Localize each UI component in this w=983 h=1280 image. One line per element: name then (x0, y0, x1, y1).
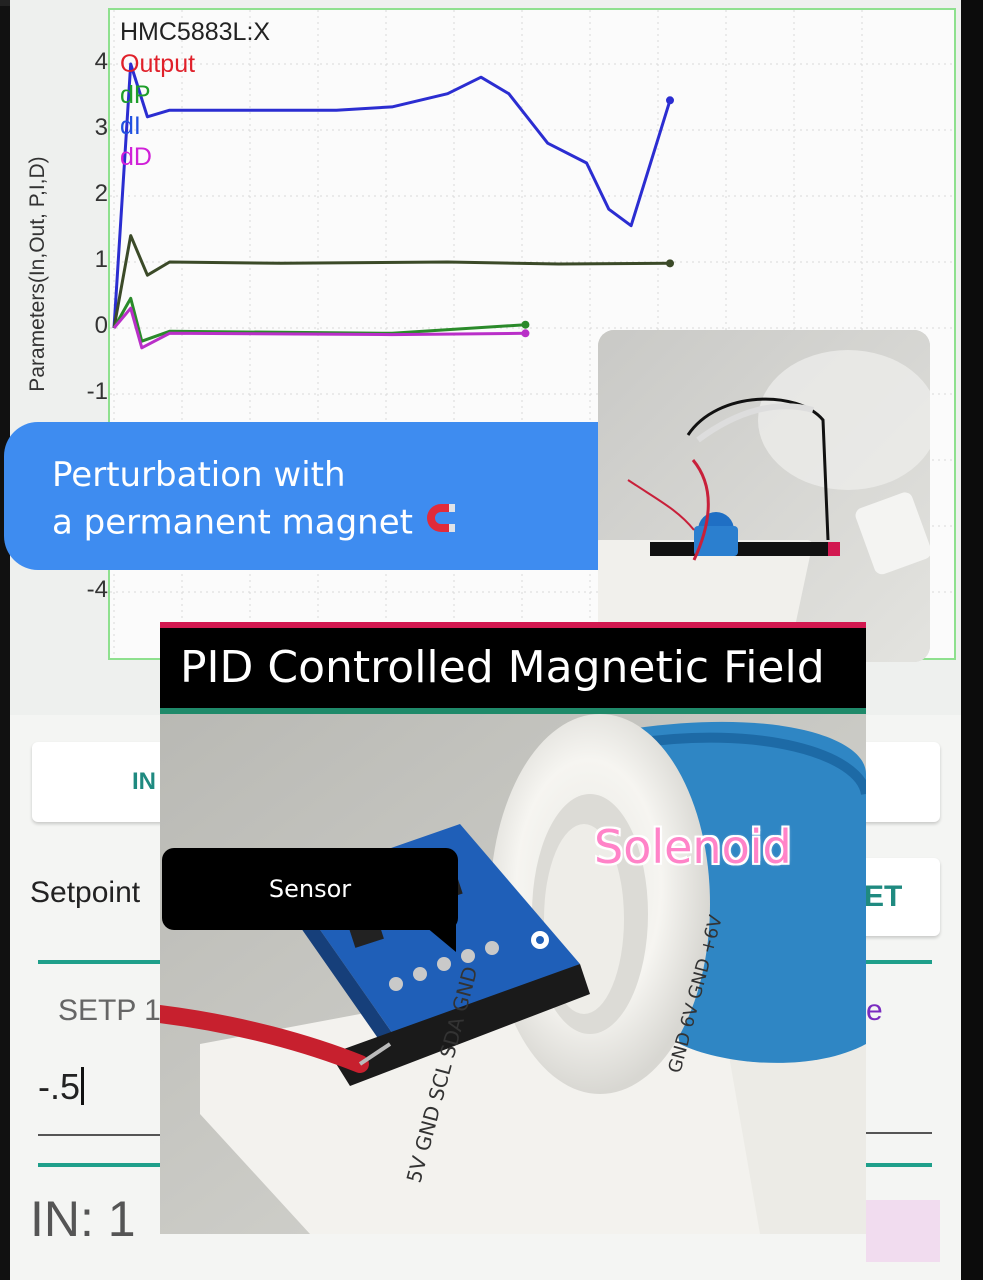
legend-item: Output (120, 50, 196, 78)
input-underline-right (866, 1132, 932, 1134)
setpoint-input[interactable]: -.5 (38, 1066, 85, 1108)
setpoint-label: Setpoint (30, 876, 141, 909)
sensor-label: Sensor (162, 848, 458, 930)
series-end-point (666, 259, 674, 268)
y-tick-label: 2 (94, 180, 108, 207)
text-caret (81, 1067, 85, 1105)
output-status-box (866, 1200, 940, 1262)
y-tick-label: -4 (86, 576, 108, 603)
y-tick-label: 4 (94, 48, 108, 75)
divider-line-right (866, 960, 932, 964)
perturbation-bubble: Perturbation with a permanent magnet (4, 422, 632, 570)
series-end-point (521, 329, 530, 338)
legend-item: dP (120, 81, 151, 109)
series-end-point (666, 96, 674, 105)
video-overlay: 5V GND SCL SDA GND GND 6V GND +6V PID Co… (160, 622, 866, 1234)
right-field-label: e (866, 994, 883, 1027)
video-title-bar: PID Controlled Magnetic Field (160, 622, 866, 714)
right-button[interactable] (860, 742, 940, 822)
series-line-dp (112, 234, 671, 329)
y-tick-label: 3 (94, 114, 108, 141)
bubble-line-2: a permanent magnet (52, 498, 632, 550)
sensor-label-tail (420, 922, 456, 952)
divider-line-2 (38, 1163, 162, 1167)
video-title: PID Controlled Magnetic Field (180, 642, 825, 693)
divider-line-2-right (866, 1163, 932, 1167)
input-status: IN: 1 (30, 1191, 136, 1247)
chart-title: HMC5883L:X (120, 18, 271, 46)
device-bezel-right (961, 0, 983, 1280)
solenoid-label: Solenoid (594, 820, 792, 874)
magnet-icon (421, 498, 461, 550)
divider-line (38, 960, 162, 964)
device-bezel-left (0, 0, 10, 1280)
solenoid-sensor-photo: 5V GND SCL SDA GND GND 6V GND +6V (160, 714, 866, 1234)
y-tick-label: 0 (94, 312, 108, 339)
y-axis-label: Parameters(In,Out, P,I,D) (26, 156, 49, 392)
bubble-line-1: Perturbation with (52, 455, 346, 495)
breadboard-photo (598, 330, 930, 662)
y-tick-label: 1 (94, 246, 108, 273)
setpoint-hint: SETP 1 (58, 994, 161, 1027)
input-underline (38, 1134, 160, 1136)
y-tick-label: -1 (86, 378, 108, 405)
set-button[interactable]: ET (860, 858, 940, 936)
legend-item: dI (120, 112, 141, 140)
legend-item: dD (120, 143, 152, 171)
series-end-point (521, 320, 530, 329)
